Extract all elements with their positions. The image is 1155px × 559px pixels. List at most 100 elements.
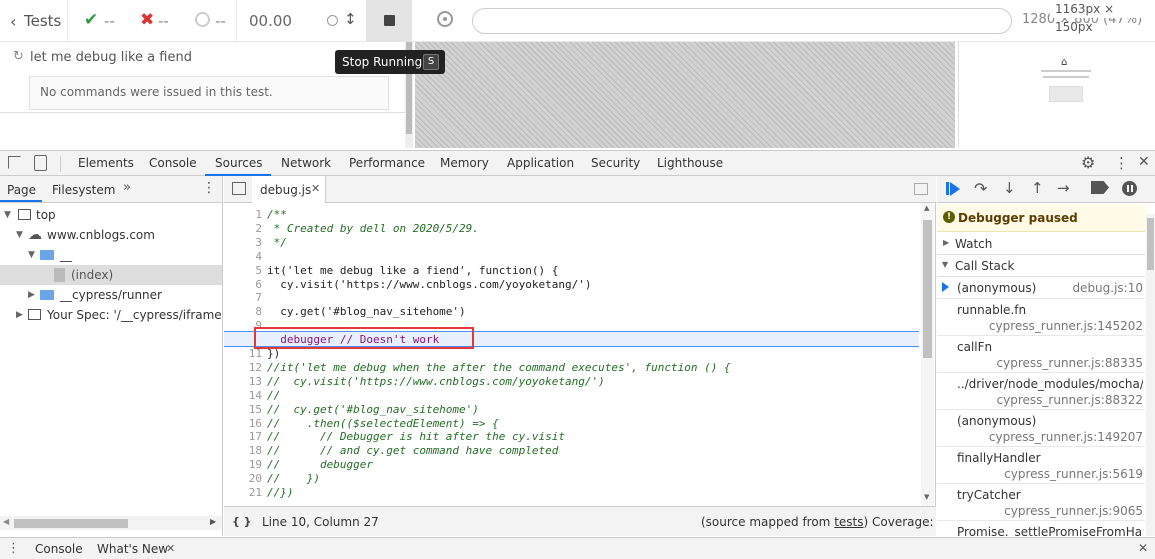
frame-location[interactable]: cypress_runner.js:88335 [997,356,1143,370]
frame-location[interactable]: debug.js:10 [1072,281,1143,295]
source-map-info: (source mapped from tests) Coverage: n/a [701,515,956,529]
caret-right-icon: ▶ [16,310,23,320]
cursor-position: Line 10, Column 27 [262,515,379,529]
pretty-print-icon[interactable]: { } [232,515,252,528]
frame-location[interactable]: cypress_runner.js:9065 [1004,504,1143,518]
devtools-tabbar: Elements Console Sources Network Perform… [0,150,1155,176]
editor-status-bar: { } Line 10, Column 27 (source mapped fr… [224,506,956,536]
call-frame[interactable]: runnable.fn cypress_runner.js:145202 [937,299,1145,336]
pause-on-exceptions-icon[interactable] [1122,181,1137,196]
frame-location[interactable]: cypress_runner.js:88322 [997,393,1143,407]
step-into-icon[interactable]: ↓ [1003,179,1016,197]
auto-scroll-toggle[interactable]: ↕ [320,0,364,42]
editor-vscrollbar[interactable]: ▲ ▼ [921,203,934,506]
call-frame[interactable]: tryCatcher cypress_runner.js:9065 [937,484,1145,521]
inspect-icon[interactable] [8,156,21,169]
nav-menu-icon[interactable]: ⋮ [202,180,216,196]
nav-tab-page[interactable]: Page [7,183,36,197]
frame-function: (anonymous) [957,281,1037,295]
call-frame[interactable]: Promise._settlePromiseFromHan...cypress_… [937,521,1145,536]
url-input[interactable] [472,8,1012,34]
tree-item-cypress-runner[interactable]: ▶ __cypress/runner [0,285,222,305]
code-line: // [267,388,281,402]
test-title[interactable]: let me debug like a fiend [30,50,192,65]
tree-label: Your Spec: '/__cypress/iframes/int [47,308,222,322]
tab-performance[interactable]: Performance [349,156,425,170]
code-line: * Created by dell on 2020/5/29. [267,221,479,235]
stop-button[interactable] [366,0,412,42]
selector-playground-icon[interactable] [437,11,453,27]
failed-stat: ✖ -- [138,0,188,42]
deactivate-breakpoints-icon[interactable] [1091,181,1109,194]
callstack-section[interactable]: ▼ Call Stack [937,255,1145,277]
folder-icon [40,250,54,260]
left-divider [0,112,405,113]
info-icon: ! [943,211,955,223]
close-tab-icon[interactable]: ✕ [166,542,175,555]
frame-location[interactable]: cypress_runner.js:145202 [989,319,1143,333]
tab-console[interactable]: Console [149,156,197,170]
nav-tab-filesystem[interactable]: Filesystem [52,183,115,197]
code-line: debugger // Doesn't work [267,333,440,347]
drawer-tab-whats-new[interactable]: What's New [97,542,168,556]
size-overlay: 1163px × 150px [1050,0,1155,34]
debugger-sidebar: ↷ ↓ ↑ → ! Debugger paused ▶ Watch ▼ Call… [937,176,1155,536]
tab-network[interactable]: Network [281,156,331,170]
tab-memory[interactable]: Memory [440,156,489,170]
caret-down-icon: ▼ [4,210,11,220]
step-over-icon[interactable]: ↷ [974,179,987,198]
watch-section[interactable]: ▶ Watch [937,233,1145,255]
more-tabs-icon[interactable]: » [123,180,131,195]
cloud-icon: ☁ [28,227,42,243]
app-preview: ⌂ [958,42,1155,148]
close-icon[interactable]: ✕ [1138,154,1150,170]
tab-sources[interactable]: Sources [215,156,262,170]
navigator-hscrollbar[interactable]: ◀ ▶ [0,516,222,530]
code-line: */ [267,235,287,249]
tree-item-folder[interactable]: ▼ __ [0,245,222,265]
call-frame[interactable]: finallyHandler cypress_runner.js:5619 [937,447,1145,484]
callstack-label: Call Stack [955,259,1015,273]
tab-security[interactable]: Security [591,156,640,170]
more-vertical-icon[interactable]: ⋮ [1114,154,1129,172]
tests-button[interactable]: ‹ Tests [0,0,68,42]
call-frame[interactable]: (anonymous) debug.js:10 [937,277,1145,299]
debugger-vscrollbar[interactable] [1146,214,1155,536]
drawer-tab-console[interactable]: Console [35,542,83,556]
file-tab-label: debug.js [260,183,312,197]
close-tab-icon[interactable]: ✕ [311,182,320,195]
tab-lighthouse[interactable]: Lighthouse [657,156,723,170]
frame-location[interactable]: cypress_runner.js:149207 [989,430,1143,444]
tooltip-shortcut: S [423,54,439,70]
step-out-icon[interactable]: ↑ [1031,179,1044,197]
tab-application[interactable]: Application [507,156,574,170]
tab-elements[interactable]: Elements [78,156,134,170]
close-drawer-icon[interactable]: ✕ [1138,541,1148,555]
frame-location[interactable]: cypress_runner.js:5619 [1004,467,1143,481]
tree-item-index[interactable]: (index) [0,265,222,285]
failed-count: -- [158,12,169,30]
resume-button[interactable] [940,176,964,203]
file-icon [54,268,65,282]
tree-item-top[interactable]: ▼ top [0,205,222,225]
toggle-debugger-icon[interactable] [914,183,928,195]
folder-icon [40,290,54,300]
device-toggle-icon[interactable] [34,155,47,171]
step-icon[interactable]: → [1057,179,1070,197]
tree-item-domain[interactable]: ▼ ☁ www.cnblogs.com [0,225,222,245]
call-frame[interactable]: callFn cypress_runner.js:88335 [937,336,1145,373]
tree-item-your-spec[interactable]: ▶ Your Spec: '/__cypress/iframes/int [0,305,222,325]
code-area[interactable]: /** * Created by dell on 2020/5/29. */ it… [224,203,922,506]
code-line: // .then(($selectedElement) => { [267,416,499,430]
toggle-navigator-icon[interactable] [232,182,246,195]
more-vertical-icon[interactable]: ⋮ [7,541,20,556]
file-tab-debug-js[interactable]: debug.js ✕ [252,176,326,203]
call-frame[interactable]: (anonymous) cypress_runner.js:149207 [937,410,1145,447]
gear-icon[interactable]: ⚙ [1081,153,1095,172]
source-map-prefix: (source mapped from [701,515,831,529]
code-line: cy.get('#blog_nav_sitehome') [267,305,466,319]
paused-banner: ! Debugger paused [937,204,1145,232]
source-map-link[interactable]: tests [834,515,863,529]
frame-function: callFn [957,340,993,354]
call-frame[interactable]: ../driver/node_modules/mocha/... cypress_… [937,373,1145,410]
